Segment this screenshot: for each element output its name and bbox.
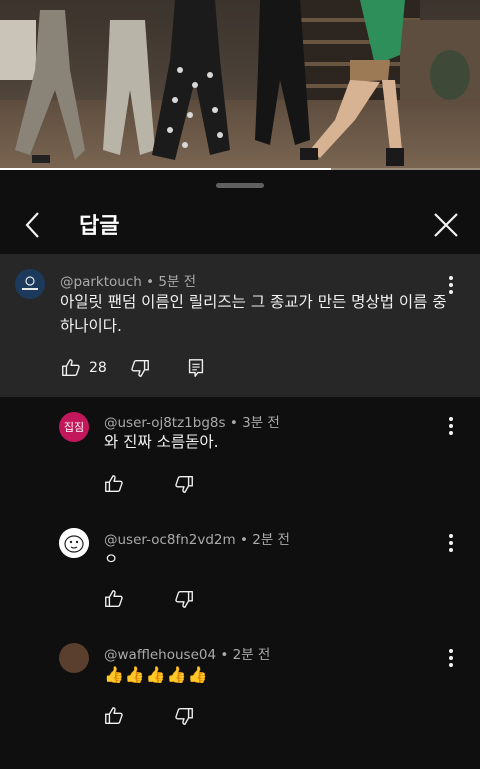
thumbs-up-icon[interactable]	[103, 705, 125, 727]
comment-meta: @parktouch • 5분 전	[60, 270, 196, 290]
meta-separator: •	[220, 647, 233, 663]
comment-meta: @wafflehouse04 • 2분 전	[104, 643, 270, 663]
cartoon-face-icon	[59, 528, 89, 558]
avatar[interactable]	[15, 269, 45, 299]
comment-text: 아일릿 팬덤 이름인 릴리즈는 그 종교가 만든 명상법 이름 중 하나이다.	[60, 293, 447, 335]
more-vert-icon[interactable]	[441, 646, 461, 670]
video-progress-fill	[0, 168, 332, 170]
like-count: 28	[89, 360, 107, 376]
comment-text: 와 진짜 소름돋아.	[104, 433, 219, 451]
comment-time: 5분 전	[158, 274, 197, 290]
comment-author[interactable]: @user-oc8fn2vd2m	[104, 532, 236, 548]
plant	[430, 50, 470, 100]
more-vert-icon[interactable]	[441, 273, 461, 297]
dancer-figure	[152, 0, 230, 160]
thumbs-down-icon[interactable]	[173, 705, 195, 727]
reply-comment: @wafflehouse04 • 2분 전 👍👍👍👍👍	[0, 630, 480, 750]
back-arrow-icon[interactable]	[18, 209, 50, 241]
meta-separator: •	[229, 415, 243, 431]
more-vert-icon[interactable]	[441, 531, 461, 555]
thumbs-down-icon[interactable]	[129, 357, 151, 379]
more-vert-icon[interactable]	[441, 414, 461, 438]
comment-author[interactable]: @parktouch	[60, 274, 142, 290]
reply-comment: 집짐 @user-oj8tz1bg8s • 3분 전 와 진짜 소름돋아.	[0, 397, 480, 515]
comment-text: 👍👍👍👍👍	[104, 665, 209, 684]
parktouch-logo-icon	[15, 269, 45, 299]
video-progress-bar[interactable]	[0, 168, 480, 170]
comment-actions	[103, 588, 195, 610]
comment-actions: 28	[60, 356, 207, 380]
close-icon[interactable]	[430, 209, 462, 241]
thumbs-up-icon[interactable]	[103, 473, 125, 495]
avatar[interactable]	[59, 528, 89, 558]
comment-author[interactable]: @user-oj8tz1bg8s	[104, 415, 226, 431]
replies-panel: 답글 @parktouch • 5분 전 아일릿 팬덤 이름인 릴리즈는 그 종…	[0, 172, 480, 769]
thumbs-down-icon[interactable]	[173, 588, 195, 610]
video-player[interactable]	[0, 0, 480, 170]
reply-icon[interactable]	[185, 357, 207, 379]
comment-time: 2분 전	[252, 532, 290, 548]
thumbs-down-icon[interactable]	[173, 473, 195, 495]
meta-separator: •	[239, 532, 253, 548]
comment-meta: @user-oj8tz1bg8s • 3분 전	[104, 411, 280, 431]
thumbs-up-icon[interactable]	[103, 588, 125, 610]
comment-actions	[103, 473, 195, 495]
replies-title: 답글	[79, 214, 120, 239]
comment-text: ㅇ	[104, 550, 119, 568]
comment-meta: @user-oc8fn2vd2m • 2분 전	[104, 528, 290, 548]
drag-handle[interactable]	[216, 183, 264, 188]
dancer-figure	[300, 0, 405, 166]
thumbs-up-icon[interactable]	[60, 357, 82, 379]
parent-comment: @parktouch • 5분 전 아일릿 팬덤 이름인 릴리즈는 그 종교가 …	[0, 254, 480, 397]
dancer-figure	[15, 10, 85, 163]
replies-header: 답글	[0, 196, 480, 254]
avatar[interactable]: 집짐	[59, 412, 89, 442]
meta-separator: •	[146, 274, 159, 290]
comment-actions	[103, 705, 195, 727]
comment-time: 2분 전	[232, 647, 271, 663]
comment-time: 3분 전	[242, 415, 280, 431]
reply-comment: @user-oc8fn2vd2m • 2분 전 ㅇ	[0, 515, 480, 630]
avatar[interactable]	[59, 643, 89, 673]
comment-author[interactable]: @wafflehouse04	[104, 647, 216, 663]
